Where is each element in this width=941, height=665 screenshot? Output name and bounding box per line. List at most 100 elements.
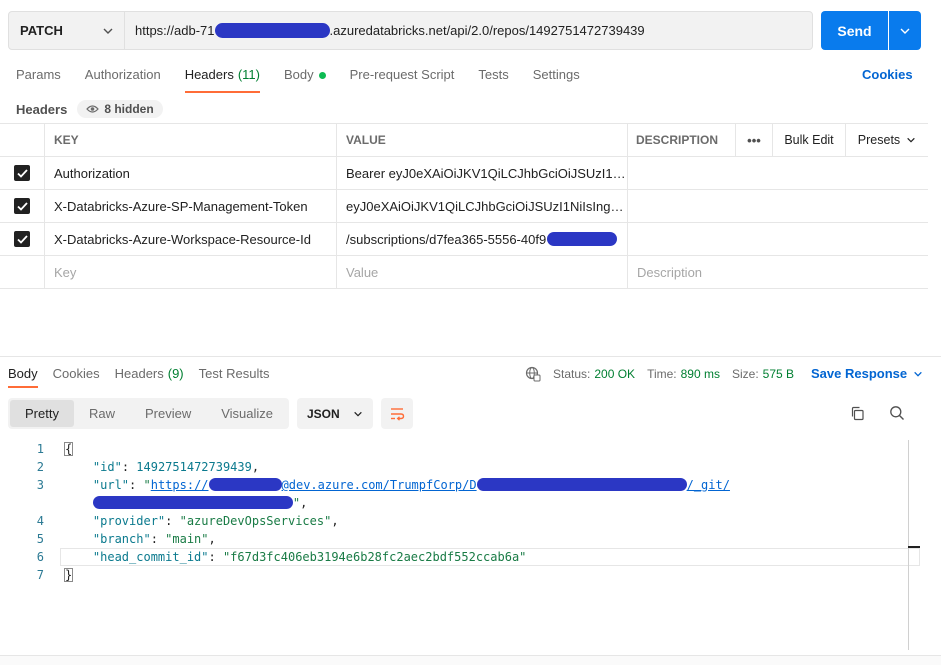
tab-body[interactable]: Body <box>284 67 326 93</box>
new-description-input[interactable]: Description <box>628 256 928 288</box>
header-key-cell[interactable]: Authorization <box>45 157 337 189</box>
headers-count: (11) <box>237 67 260 82</box>
header-key-cell[interactable]: X-Databricks-Azure-SP-Management-Token <box>45 190 337 222</box>
json-key: "id" <box>92 460 122 474</box>
url-end: .azuredatabricks.net/api/2.0/repos/14927… <box>329 23 645 38</box>
tab-response-cookies[interactable]: Cookies <box>53 366 100 388</box>
url-input[interactable]: https://adb-71 .azuredatabricks.net/api/… <box>125 23 645 38</box>
table-row: X-Databricks-Azure-Workspace-Resource-Id… <box>0 223 928 256</box>
column-header-description: DESCRIPTION <box>628 124 736 156</box>
tab-test-results[interactable]: Test Results <box>199 366 270 388</box>
more-options-button[interactable]: ••• <box>736 124 773 156</box>
response-body-editor[interactable]: 1 { 2 "id": 1492751472739439, 3 "url": "… <box>0 440 920 584</box>
tab-params[interactable]: Params <box>16 67 61 93</box>
redaction-mark <box>214 23 330 38</box>
tab-label: Body <box>283 67 314 82</box>
chevron-down-icon <box>914 371 922 377</box>
copy-button[interactable] <box>848 404 866 422</box>
tab-settings[interactable]: Settings <box>533 67 580 93</box>
new-key-input[interactable]: Key <box>45 256 337 288</box>
tab-label: Authorization <box>84 67 161 82</box>
status-value[interactable]: 200 OK <box>594 367 635 381</box>
view-raw-button[interactable]: Raw <box>74 400 130 427</box>
response-headers-count: (9) <box>167 366 184 381</box>
time-value[interactable]: 890 ms <box>681 367 720 381</box>
header-description-cell[interactable] <box>628 223 928 255</box>
presets-dropdown[interactable]: Presets <box>846 124 928 156</box>
tab-label: Body <box>8 366 38 381</box>
format-select[interactable]: JSON <box>297 398 373 429</box>
json-key: "head_commit_id" <box>92 550 209 564</box>
hidden-count-label: 8 hidden <box>104 102 154 116</box>
redaction-mark <box>92 496 293 509</box>
wrap-lines-button[interactable] <box>381 398 413 429</box>
header-check-col <box>0 124 45 156</box>
request-tabs: Params Authorization Headers (11) Body Pr… <box>16 67 604 93</box>
bulk-edit-button[interactable]: Bulk Edit <box>773 124 846 156</box>
chevron-down-icon <box>907 137 915 143</box>
search-icon <box>890 406 904 420</box>
column-header-key: KEY <box>45 124 337 156</box>
method-select[interactable]: PATCH <box>9 12 125 49</box>
send-button[interactable]: Send <box>821 11 888 50</box>
overview-ruler-cursor <box>908 546 920 548</box>
tab-authorization[interactable]: Authorization <box>85 67 161 93</box>
tab-label: Tests <box>478 67 509 82</box>
open-brace: { <box>64 442 74 456</box>
tab-label: Headers <box>184 67 234 82</box>
tab-tests[interactable]: Tests <box>478 67 508 93</box>
json-number-value: 1492751472739439 <box>136 460 252 474</box>
header-value-cell[interactable]: eyJ0eXAiOiJKV1QiLCJhbGciOiJSUzI1NiIsIng1… <box>337 190 628 222</box>
url-link-part[interactable]: @dev.azure.com/TrumpfCorp/D <box>282 478 477 492</box>
header-key-cell[interactable]: X-Databricks-Azure-Workspace-Resource-Id <box>45 223 337 255</box>
table-header-row: KEY VALUE DESCRIPTION ••• Bulk Edit Pres… <box>0 124 928 157</box>
row-checkbox[interactable] <box>14 165 30 181</box>
tab-label: Settings <box>532 67 580 82</box>
header-description-cell[interactable] <box>628 157 928 189</box>
code-line: ", <box>0 494 920 512</box>
json-string-value: "main" <box>165 532 209 546</box>
send-options-button[interactable] <box>889 11 921 50</box>
size-value[interactable]: 575 B <box>763 367 794 381</box>
status-bar <box>0 655 941 665</box>
search-button[interactable] <box>888 404 906 422</box>
save-response-button[interactable]: Save Response <box>811 366 923 381</box>
tab-label: Cookies <box>52 366 100 381</box>
header-value-cell[interactable]: Bearer eyJ0eXAiOiJKV1QiLCJhbGciOiJSUzI1N… <box>337 157 628 189</box>
globe-network-icon[interactable] <box>525 366 541 382</box>
header-value-cell[interactable]: /subscriptions/d7fea365-5556-40f9 <box>337 223 628 255</box>
code-line: 1 { <box>0 440 920 458</box>
presets-label: Presets <box>857 133 901 147</box>
code-line: 5 "branch": "main", <box>0 530 920 548</box>
view-pretty-button[interactable]: Pretty <box>10 400 74 427</box>
tab-response-body[interactable]: Body <box>8 366 38 388</box>
header-value-text: /subscriptions/d7fea365-5556-40f9 <box>346 231 547 247</box>
tab-pre-request-script[interactable]: Pre-request Script <box>350 67 455 93</box>
url-link-part[interactable]: /_git/ <box>687 478 730 492</box>
time-label: Time: <box>647 367 677 381</box>
url-link-part[interactable]: https:// <box>151 478 209 492</box>
tab-label: Headers <box>114 366 164 381</box>
response-divider[interactable] <box>0 356 941 357</box>
code-line: 4 "provider": "azureDevOpsServices", <box>0 512 920 530</box>
tab-response-headers[interactable]: Headers (9) <box>115 366 184 388</box>
row-check-cell <box>0 157 45 189</box>
redaction-mark <box>547 232 618 246</box>
row-checkbox[interactable] <box>14 198 30 214</box>
cookies-link[interactable]: Cookies <box>862 67 913 82</box>
view-preview-button[interactable]: Preview <box>130 400 206 427</box>
checkmark-icon <box>16 234 28 244</box>
hidden-headers-toggle[interactable]: 8 hidden <box>77 100 163 118</box>
row-checkbox[interactable] <box>14 231 30 247</box>
size-label: Size: <box>731 367 759 381</box>
checkmark-icon <box>16 201 28 211</box>
table-row: X-Databricks-Azure-SP-Management-Token e… <box>0 190 928 223</box>
new-value-input[interactable]: Value <box>337 256 628 288</box>
editor-scrollbar[interactable] <box>908 440 909 650</box>
header-description-cell[interactable] <box>628 190 928 222</box>
tab-headers[interactable]: Headers (11) <box>184 67 261 93</box>
json-string-value: "azureDevOpsServices" <box>179 514 332 528</box>
view-visualize-button[interactable]: Visualize <box>206 400 288 427</box>
code-line-current: 6 "head_commit_id": "f67d3fc406eb3194e6b… <box>0 548 920 566</box>
line-number: 6 <box>36 550 44 564</box>
